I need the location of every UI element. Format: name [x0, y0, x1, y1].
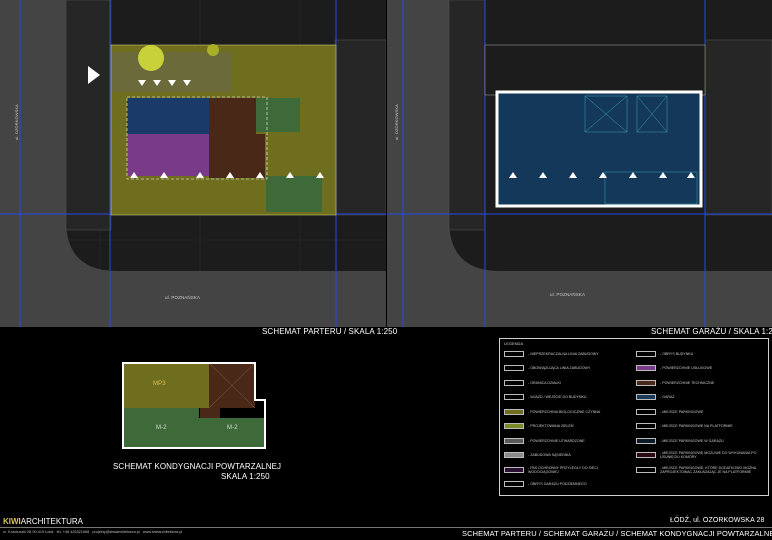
footer-divider: [0, 527, 772, 528]
legend-swatch: [636, 423, 656, 429]
legend-header: LEGENDA: [504, 341, 524, 346]
legend-swatch: [504, 379, 524, 386]
legend-swatch: [636, 350, 656, 357]
legend-label: - WJAZD / WEJŚCIE DO BUDYNKU: [528, 395, 587, 399]
brand-logo: KIWIARCHITEKTURA: [3, 517, 83, 526]
legend-label: - POWIERZCHNIE USŁUGOWE: [660, 366, 713, 370]
legend-label: - OBOWIĄZUJĄCA LINIA ZABUDOWY: [528, 366, 591, 370]
legend-swatch: [636, 394, 656, 400]
legend-label: - MIEJSCE PARKINGOWE, KTÓRE DODATKOWO MO…: [660, 465, 757, 474]
sheet-title: SCHEMAT PARTERU / SCHEMAT GARAŻU / SCHEM…: [462, 529, 772, 538]
legend-swatch: [504, 466, 524, 473]
legend-swatch: [636, 379, 656, 386]
room-label-m2-right: M-2: [227, 425, 238, 431]
legend-item: - PAS OCHRONNY PRZYLEGŁY DO SIECI WODOCI…: [504, 465, 628, 474]
address: ul. Kościuszki 28 90-419 Łódź: [3, 530, 54, 534]
legend-swatch: [504, 481, 524, 487]
ground-floor-plan: [0, 0, 386, 327]
ground-plan-title: SCHEMAT PARTERU / SKALA 1:250: [262, 327, 398, 336]
legend-swatch: [504, 408, 524, 415]
brand-architektura: ARCHITEKTURA: [20, 517, 84, 526]
legend-swatch: [504, 452, 524, 458]
legend-swatch: [636, 408, 656, 415]
legend-label: - POWIERZCHNIA BIOLOGICZNIE CZYNNA: [528, 409, 601, 414]
legend-swatch: [636, 452, 656, 458]
legend-item: - PROJEKTOWANA ZIELEŃ: [504, 422, 574, 431]
legend-item: - MIEJSCE PARKINGOWE NA PLATFORMIE: [636, 422, 733, 431]
phone: tel. +48 426321668: [56, 530, 90, 534]
legend-item: - ZABUDOWA SĄSIEDNIA: [504, 451, 571, 460]
legend-item: - POWIERZCHNIA BIOLOGICZNIE CZYNNA: [504, 407, 600, 416]
legend-item: - GRANICA DZIAŁKI: [504, 378, 561, 387]
legend-label: - NIEPRZEKRACZALNA LINIA ZABUDOWY: [528, 351, 599, 356]
location-label: ŁÓDŹ, ul. OZORKOWSKA 28: [670, 517, 765, 524]
contact-info: ul. Kościuszki 28 90-419 Łódź tel. +48 4…: [3, 530, 182, 534]
room-label-m2-left: M-2: [156, 425, 167, 431]
legend-label: - MIEJSCE PARKINGOWE MOŻLIWE DO WYKONANI…: [660, 451, 757, 459]
typical-floor-plan: [120, 360, 270, 452]
legend-swatch: [504, 394, 524, 400]
legend-item: - MIEJSCE PARKINGOWE: [636, 407, 703, 416]
legend-label: - MIEJSCE PARKINGOWE W GARAŻU: [660, 438, 724, 443]
legend-item: - MIEJSCE PARKINGOWE MOŻLIWE DO WYKONANI…: [636, 451, 760, 460]
legend: LEGENDA - NIEPRZEKRACZALNA LINIA ZABUDOW…: [499, 338, 769, 496]
legend-swatch: [636, 466, 656, 473]
legend-swatch: [636, 437, 656, 444]
typical-plan-title: SCHEMAT KONDYGNACJI POWTARZALNEJ: [113, 462, 282, 471]
legend-label: - OBRYS GARAŻU PODZIEMNEGO: [528, 482, 587, 486]
legend-item: - POWIERZCHNIE USŁUGOWE: [636, 364, 712, 373]
street-label-poznanska: ul. POZNAŃSKA: [165, 295, 201, 300]
garage-street-label-ozorkowska: ul. OZORKOWSKA: [394, 104, 399, 140]
email-link[interactable]: projekty@kiwiarchitektura.pl: [92, 530, 139, 534]
legend-label: - PAS OCHRONNY PRZYLEGŁY DO SIECI WODOCI…: [528, 465, 598, 474]
room-label-mp3: MP3: [153, 381, 166, 387]
legend-swatch: [504, 365, 524, 371]
legend-item: - OBRYS GARAŻU PODZIEMNEGO: [504, 480, 587, 489]
legend-label: - GARAŻ: [660, 395, 675, 399]
legend-label: - POWIERZCHNIE TECHNICZNE: [660, 380, 715, 385]
legend-swatch: [636, 365, 656, 371]
legend-label: - ZABUDOWA SĄSIEDNIA: [528, 453, 571, 457]
legend-label: - PROJEKTOWANA ZIELEŃ: [528, 424, 574, 428]
legend-swatch: [504, 350, 524, 357]
legend-label: - MIEJSCE PARKINGOWE NA PLATFORMIE: [660, 424, 733, 428]
web-link[interactable]: www.kiwiarchitektura.pl: [143, 530, 182, 534]
legend-item: - NIEPRZEKRACZALNA LINIA ZABUDOWY: [504, 349, 599, 358]
brand-kiwi: KIWI: [3, 517, 21, 526]
legend-item: - OBOWIĄZUJĄCA LINIA ZABUDOWY: [504, 364, 590, 373]
legend-swatch: [504, 437, 524, 444]
legend-item: - POWIERZCHNIE UTWARDZONE: [504, 436, 585, 445]
legend-label: - GRANICA DZIAŁKI: [528, 380, 561, 385]
legend-item: - GARAŻ: [636, 393, 675, 402]
garage-plan: [387, 0, 772, 327]
legend-label: - POWIERZCHNIE UTWARDZONE: [528, 438, 585, 443]
garage-street-label-poznanska: ul. POZNAŃSKA: [550, 292, 586, 297]
legend-item: - MIEJSCE PARKINGOWE W GARAŻU: [636, 436, 724, 445]
legend-item: - POWIERZCHNIE TECHNICZNE: [636, 378, 714, 387]
typical-plan-scale: SKALA 1:250: [221, 472, 270, 481]
legend-label: - MIEJSCE PARKINGOWE: [660, 409, 704, 414]
legend-item: - OBRYS BUDYNKU: [636, 349, 693, 358]
garage-plan-title: SCHEMAT GARAŻU / SKALA 1:250: [651, 327, 772, 336]
legend-label: - OBRYS BUDYNKU: [660, 351, 694, 356]
legend-swatch: [504, 423, 524, 429]
street-label-ozorkowska: ul. OZORKOWSKA: [14, 104, 19, 140]
legend-item: - WJAZD / WEJŚCIE DO BUDYNKU: [504, 393, 587, 402]
legend-item: - MIEJSCE PARKINGOWE, KTÓRE DODATKOWO MO…: [636, 465, 760, 474]
